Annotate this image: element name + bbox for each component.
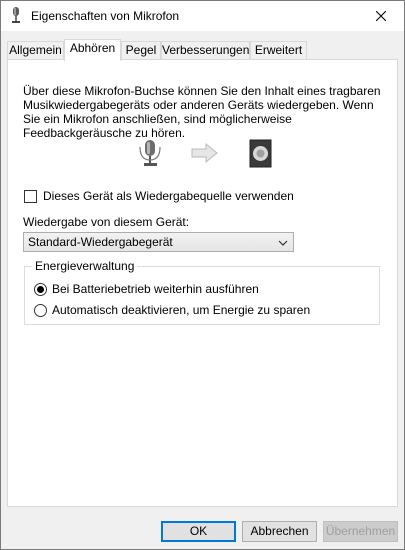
title-bar[interactable]: Eigenschaften von Mikrofon <box>1 1 404 31</box>
tab-allgemein[interactable]: Allgemein <box>7 41 64 60</box>
tab-pegel[interactable]: Pegel <box>121 41 161 60</box>
window-title: Eigenschaften von Mikrofon <box>31 9 180 23</box>
close-icon <box>376 11 386 21</box>
power-option-continue-radio[interactable] <box>34 282 47 296</box>
tab-verbesserungen[interactable]: Verbesserungen <box>161 41 250 60</box>
power-option-disable[interactable]: Automatisch deaktivieren, um Energie zu … <box>34 303 310 317</box>
microphone-icon <box>10 7 22 25</box>
playback-device-select[interactable]: Standard-Wiedergabegerät <box>23 232 294 252</box>
properties-dialog: Eigenschaften von Mikrofon Allgemein Abh… <box>0 0 405 550</box>
description-line: Musikwiedergabegeräts oder anderen Gerät… <box>23 98 374 112</box>
description-line: Über diese Mikrofon-Buchse können Sie de… <box>23 84 381 98</box>
microphone-icon <box>139 140 161 166</box>
power-option-disable-label: Automatisch deaktivieren, um Energie zu … <box>52 303 311 317</box>
listen-checkbox-label: Dieses Gerät als Wiedergabequelle verwen… <box>43 189 294 203</box>
power-option-disable-radio[interactable] <box>34 303 47 317</box>
close-button[interactable] <box>358 1 404 31</box>
description-line: Sie ein Mikrofon anschließen, sind mögli… <box>23 112 292 126</box>
listen-checkbox[interactable] <box>24 189 37 203</box>
listen-checkbox-row[interactable]: Dieses Gerät als Wiedergabequelle verwen… <box>24 189 294 203</box>
speaker-icon <box>249 139 272 168</box>
apply-button[interactable]: Übernehmen <box>323 521 398 542</box>
power-management-title: Energieverwaltung <box>32 259 138 273</box>
listen-illustration <box>8 138 399 170</box>
tab-strip: Allgemein Abhören Pegel Verbesserungen E… <box>7 39 397 61</box>
tab-erweitert[interactable]: Erweitert <box>250 41 307 60</box>
cancel-button[interactable]: Abbrechen <box>242 521 317 542</box>
tab-abhoeren[interactable]: Abhören <box>64 39 121 61</box>
arrow-right-icon <box>191 142 218 164</box>
playback-device-label: Wiedergabe von diesem Gerät: <box>23 215 190 229</box>
chevron-down-icon <box>278 236 288 254</box>
tab-panel-abhoeren: Über diese Mikrofon-Buchse können Sie de… <box>7 59 398 507</box>
power-management-group: Energieverwaltung Bei Batteriebetrieb we… <box>24 259 380 325</box>
ok-button[interactable]: OK <box>161 521 236 542</box>
power-option-continue[interactable]: Bei Batteriebetrieb weiterhin ausführen <box>34 282 259 296</box>
playback-device-value: Standard-Wiedergabegerät <box>28 235 173 249</box>
power-option-continue-label: Bei Batteriebetrieb weiterhin ausführen <box>52 282 259 296</box>
description-text: Über diese Mikrofon-Buchse können Sie de… <box>23 84 383 140</box>
